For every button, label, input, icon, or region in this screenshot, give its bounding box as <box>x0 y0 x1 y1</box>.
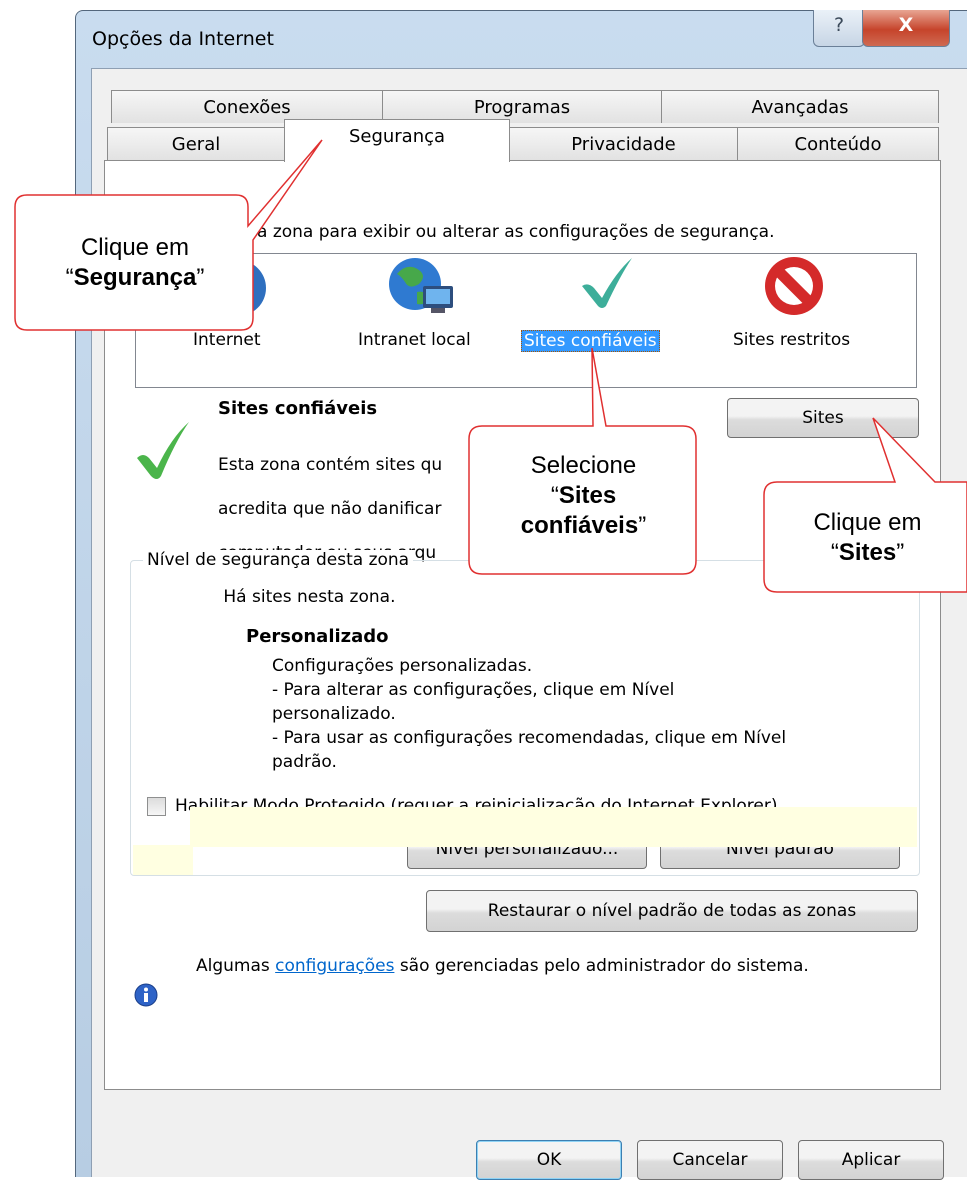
callout-seguranca-line1: Clique em <box>80 234 190 261</box>
callout-seguranca-line2: “Segurança” <box>65 264 205 291</box>
callout-sites-text: Clique em “Sites” <box>770 508 965 568</box>
callout-sc-line3: confiáveis” <box>520 512 647 539</box>
callout-sites-confiaveis-text: Selecione “Sites confiáveis” <box>471 451 696 541</box>
callout-seguranca-text: Clique em “Segurança” <box>25 233 245 293</box>
callout-sites-line2: “Sites” <box>830 539 905 566</box>
annotation-callouts <box>14 139 967 593</box>
callout-sc-line2: “Sites <box>550 482 617 509</box>
callout-sc-line1: Selecione <box>530 452 637 479</box>
callout-sites-line1: Clique em <box>813 509 922 536</box>
